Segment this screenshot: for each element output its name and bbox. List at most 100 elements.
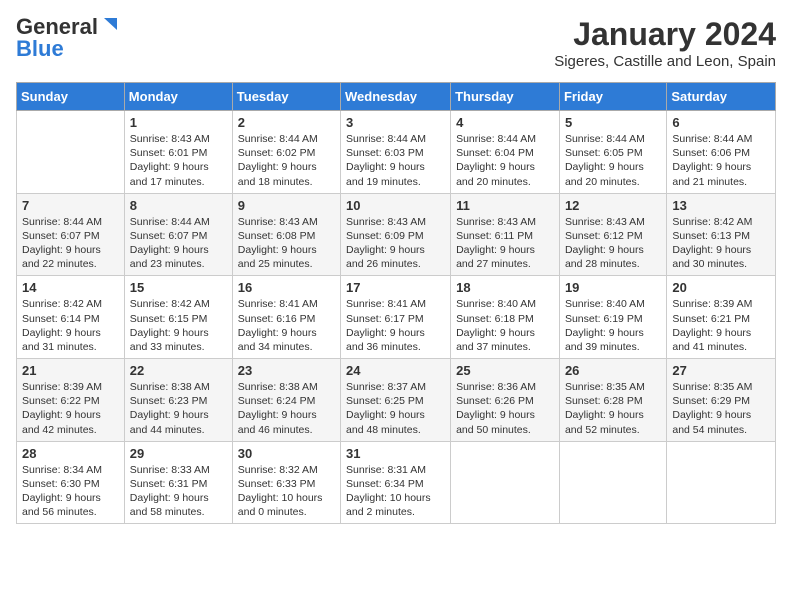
weekday-header-monday: Monday [124,83,232,111]
weekday-header-thursday: Thursday [451,83,560,111]
day-info: Sunrise: 8:36 AM Sunset: 6:26 PM Dayligh… [456,380,554,437]
day-info: Sunrise: 8:42 AM Sunset: 6:15 PM Dayligh… [130,297,227,354]
calendar-cell: 2 Sunrise: 8:44 AM Sunset: 6:02 PM Daylig… [232,111,340,194]
calendar-cell: 29 Sunrise: 8:33 AM Sunset: 6:31 PM Dayli… [124,441,232,524]
calendar-cell [667,441,776,524]
page-title: January 2024 [554,16,776,53]
day-info: Sunrise: 8:44 AM Sunset: 6:07 PM Dayligh… [130,215,227,272]
page-subtitle: Sigeres, Castille and Leon, Spain [554,53,776,70]
calendar-cell: 23 Sunrise: 8:38 AM Sunset: 6:24 PM Dayli… [232,359,340,442]
day-number: 20 [672,280,770,295]
day-number: 12 [565,198,661,213]
calendar-week-row: 14 Sunrise: 8:42 AM Sunset: 6:14 PM Dayli… [17,276,776,359]
logo: General Blue [16,16,117,60]
calendar-cell: 17 Sunrise: 8:41 AM Sunset: 6:17 PM Dayli… [341,276,451,359]
weekday-header-sunday: Sunday [17,83,125,111]
calendar-cell: 24 Sunrise: 8:37 AM Sunset: 6:25 PM Dayli… [341,359,451,442]
day-number: 17 [346,280,445,295]
calendar-cell: 15 Sunrise: 8:42 AM Sunset: 6:15 PM Dayli… [124,276,232,359]
day-info: Sunrise: 8:44 AM Sunset: 6:05 PM Dayligh… [565,132,661,189]
day-info: Sunrise: 8:42 AM Sunset: 6:13 PM Dayligh… [672,215,770,272]
day-info: Sunrise: 8:43 AM Sunset: 6:12 PM Dayligh… [565,215,661,272]
day-info: Sunrise: 8:44 AM Sunset: 6:07 PM Dayligh… [22,215,119,272]
day-info: Sunrise: 8:32 AM Sunset: 6:33 PM Dayligh… [238,463,335,520]
calendar-cell: 4 Sunrise: 8:44 AM Sunset: 6:04 PM Daylig… [451,111,560,194]
day-number: 21 [22,363,119,378]
title-area: January 2024 Sigeres, Castille and Leon,… [554,16,776,70]
day-info: Sunrise: 8:38 AM Sunset: 6:24 PM Dayligh… [238,380,335,437]
day-info: Sunrise: 8:33 AM Sunset: 6:31 PM Dayligh… [130,463,227,520]
logo-general-text: General [16,16,98,38]
day-number: 26 [565,363,661,378]
calendar-cell: 16 Sunrise: 8:41 AM Sunset: 6:16 PM Dayli… [232,276,340,359]
calendar-cell: 5Sunrise: 8:44 AM Sunset: 6:05 PM Daylig… [559,111,666,194]
calendar-cell: 22 Sunrise: 8:38 AM Sunset: 6:23 PM Dayli… [124,359,232,442]
day-number: 24 [346,363,445,378]
calendar-cell: 21 Sunrise: 8:39 AM Sunset: 6:22 PM Dayli… [17,359,125,442]
day-number: 4 [456,115,554,130]
calendar-table: SundayMondayTuesdayWednesdayThursdayFrid… [16,82,776,524]
day-info: Sunrise: 8:39 AM Sunset: 6:22 PM Dayligh… [22,380,119,437]
logo-blue-text: Blue [16,38,64,60]
calendar-cell [559,441,666,524]
calendar-cell: 18 Sunrise: 8:40 AM Sunset: 6:18 PM Dayli… [451,276,560,359]
day-info: Sunrise: 8:43 AM Sunset: 6:08 PM Dayligh… [238,215,335,272]
calendar-cell: 26 Sunrise: 8:35 AM Sunset: 6:28 PM Dayli… [559,359,666,442]
calendar-cell: 31Sunrise: 8:31 AM Sunset: 6:34 PM Dayli… [341,441,451,524]
day-number: 7 [22,198,119,213]
day-number: 25 [456,363,554,378]
weekday-header-row: SundayMondayTuesdayWednesdayThursdayFrid… [17,83,776,111]
day-number: 9 [238,198,335,213]
logo-triangle-icon [99,16,117,34]
day-number: 29 [130,446,227,461]
calendar-cell: 8Sunrise: 8:44 AM Sunset: 6:07 PM Daylig… [124,193,232,276]
calendar-week-row: 21 Sunrise: 8:39 AM Sunset: 6:22 PM Dayli… [17,359,776,442]
day-info: Sunrise: 8:40 AM Sunset: 6:18 PM Dayligh… [456,297,554,354]
weekday-header-tuesday: Tuesday [232,83,340,111]
day-info: Sunrise: 8:39 AM Sunset: 6:21 PM Dayligh… [672,297,770,354]
calendar-cell: 27 Sunrise: 8:35 AM Sunset: 6:29 PM Dayli… [667,359,776,442]
day-number: 2 [238,115,335,130]
day-number: 11 [456,198,554,213]
calendar-cell [17,111,125,194]
day-number: 14 [22,280,119,295]
day-number: 16 [238,280,335,295]
calendar-cell: 7 Sunrise: 8:44 AM Sunset: 6:07 PM Daylig… [17,193,125,276]
calendar-cell: 11Sunrise: 8:43 AM Sunset: 6:11 PM Dayli… [451,193,560,276]
day-number: 22 [130,363,227,378]
day-number: 27 [672,363,770,378]
calendar-cell: 6 Sunrise: 8:44 AM Sunset: 6:06 PM Daylig… [667,111,776,194]
day-info: Sunrise: 8:41 AM Sunset: 6:16 PM Dayligh… [238,297,335,354]
day-info: Sunrise: 8:41 AM Sunset: 6:17 PM Dayligh… [346,297,445,354]
day-number: 18 [456,280,554,295]
calendar-cell: 20 Sunrise: 8:39 AM Sunset: 6:21 PM Dayli… [667,276,776,359]
calendar-cell: 30Sunrise: 8:32 AM Sunset: 6:33 PM Dayli… [232,441,340,524]
day-info: Sunrise: 8:40 AM Sunset: 6:19 PM Dayligh… [565,297,661,354]
day-number: 13 [672,198,770,213]
day-info: Sunrise: 8:44 AM Sunset: 6:06 PM Dayligh… [672,132,770,189]
day-info: Sunrise: 8:38 AM Sunset: 6:23 PM Dayligh… [130,380,227,437]
day-info: Sunrise: 8:44 AM Sunset: 6:04 PM Dayligh… [456,132,554,189]
calendar-week-row: 7 Sunrise: 8:44 AM Sunset: 6:07 PM Daylig… [17,193,776,276]
day-info: Sunrise: 8:37 AM Sunset: 6:25 PM Dayligh… [346,380,445,437]
day-number: 31 [346,446,445,461]
weekday-header-saturday: Saturday [667,83,776,111]
day-number: 15 [130,280,227,295]
day-number: 28 [22,446,119,461]
calendar-cell: 19 Sunrise: 8:40 AM Sunset: 6:19 PM Dayli… [559,276,666,359]
calendar-week-row: 1 Sunrise: 8:43 AM Sunset: 6:01 PM Daylig… [17,111,776,194]
day-info: Sunrise: 8:35 AM Sunset: 6:29 PM Dayligh… [672,380,770,437]
calendar-cell: 10Sunrise: 8:43 AM Sunset: 6:09 PM Dayli… [341,193,451,276]
calendar-cell: 13 Sunrise: 8:42 AM Sunset: 6:13 PM Dayli… [667,193,776,276]
day-number: 10 [346,198,445,213]
day-number: 6 [672,115,770,130]
day-number: 1 [130,115,227,130]
day-number: 23 [238,363,335,378]
day-number: 19 [565,280,661,295]
day-number: 3 [346,115,445,130]
header: General Blue January 2024 Sigeres, Casti… [16,16,776,70]
day-info: Sunrise: 8:43 AM Sunset: 6:01 PM Dayligh… [130,132,227,189]
day-info: Sunrise: 8:44 AM Sunset: 6:02 PM Dayligh… [238,132,335,189]
day-info: Sunrise: 8:42 AM Sunset: 6:14 PM Dayligh… [22,297,119,354]
day-info: Sunrise: 8:35 AM Sunset: 6:28 PM Dayligh… [565,380,661,437]
